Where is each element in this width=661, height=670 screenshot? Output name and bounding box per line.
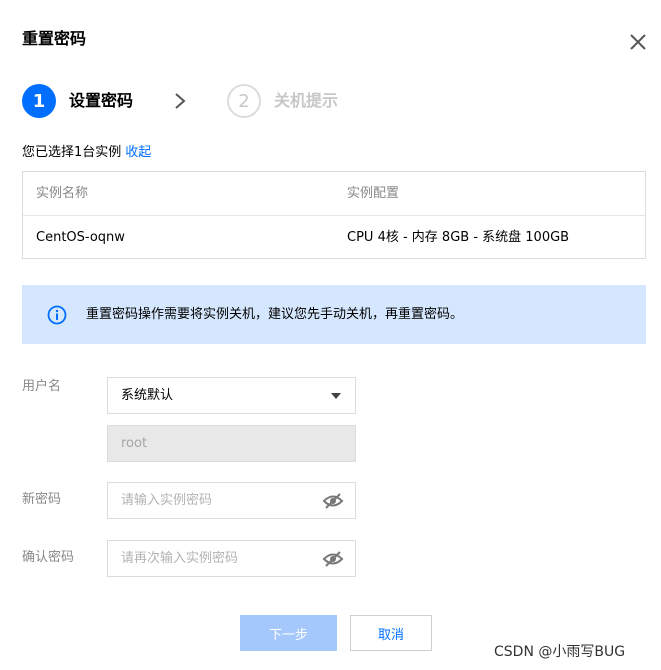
column-header-instance-config: 实例配置 xyxy=(347,185,400,201)
cancel-button[interactable]: 取消 xyxy=(350,615,432,651)
step-2-label: 关机提示 xyxy=(274,91,339,110)
close-icon[interactable] xyxy=(626,30,650,54)
column-header-instance-name: 实例名称 xyxy=(36,185,89,201)
username-select[interactable]: 系统默认 xyxy=(107,377,356,414)
confirm-password-field[interactable]: 请再次输入实例密码 xyxy=(107,540,356,577)
username-label: 用户名 xyxy=(22,379,62,394)
confirm-password-label: 确认密码 xyxy=(22,550,75,565)
new-password-placeholder: 请输入实例密码 xyxy=(121,492,213,508)
collapse-link[interactable]: 收起 xyxy=(125,145,151,160)
reset-password-dialog: 重置密码 1 设置密码 2 关机提示 您已选择1台实例 收起 实例名称 实例配置 … xyxy=(0,0,661,670)
caret-down-icon xyxy=(331,392,341,399)
info-icon xyxy=(47,305,67,324)
eye-off-icon[interactable] xyxy=(322,492,344,510)
step-indicator: 1 设置密码 2 关机提示 xyxy=(22,84,338,118)
watermark: CSDN @小雨写BUG xyxy=(494,644,626,660)
instance-table: 实例名称 实例配置 CentOS-oqnw CPU 4核 - 内存 8GB - … xyxy=(22,171,646,259)
next-button[interactable]: 下一步 xyxy=(240,615,337,651)
selection-summary: 您已选择1台实例 收起 xyxy=(22,144,151,162)
step-2-number: 2 xyxy=(227,84,262,118)
eye-off-icon[interactable] xyxy=(322,550,344,568)
step-1-label: 设置密码 xyxy=(69,91,134,110)
instance-config-cell: CPU 4核 - 内存 8GB - 系统盘 100GB xyxy=(347,230,570,245)
new-password-label: 新密码 xyxy=(22,492,62,507)
new-password-field[interactable]: 请输入实例密码 xyxy=(107,482,356,519)
dialog-title: 重置密码 xyxy=(22,29,87,48)
notice-banner: 重置密码操作需要将实例关机，建议您先手动关机，再重置密码。 xyxy=(22,285,646,344)
chevron-right-icon xyxy=(175,93,186,109)
notice-text: 重置密码操作需要将实例关机，建议您先手动关机，再重置密码。 xyxy=(86,306,464,322)
username-value: root xyxy=(121,435,148,451)
table-row: CentOS-oqnw CPU 4核 - 内存 8GB - 系统盘 100GB xyxy=(23,217,645,259)
confirm-password-placeholder: 请再次输入实例密码 xyxy=(121,550,239,566)
username-input: root xyxy=(107,425,356,462)
step-1-number: 1 xyxy=(22,84,56,118)
username-select-value: 系统默认 xyxy=(121,387,174,403)
table-header: 实例名称 实例配置 xyxy=(23,172,645,216)
instance-name-cell: CentOS-oqnw xyxy=(36,230,125,245)
selection-text: 您已选择1台实例 xyxy=(22,145,122,160)
